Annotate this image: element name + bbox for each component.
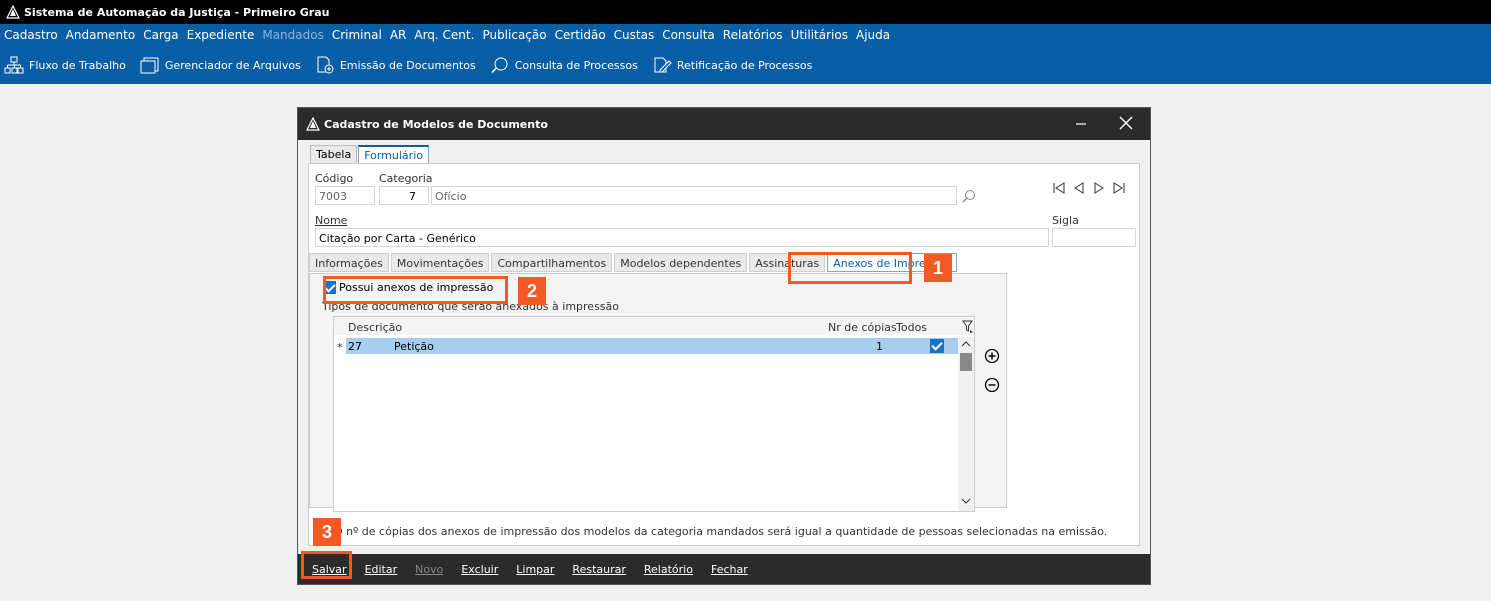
add-row-icon[interactable] (984, 348, 1000, 364)
fechar-button[interactable]: Fechar (711, 563, 748, 576)
scroll-down-icon[interactable] (961, 497, 971, 505)
restaurar-button[interactable]: Restaurar (572, 563, 625, 576)
menu-cadastro[interactable]: Cadastro (4, 28, 58, 42)
subtab-movimentacoes[interactable]: Movimentações (390, 253, 490, 272)
file-manager-icon (140, 57, 159, 74)
menu-arq-cent[interactable]: Arq. Cent. (414, 28, 474, 42)
filter-icon[interactable] (962, 320, 974, 333)
menu-utilitarios[interactable]: Utilitários (791, 28, 848, 42)
row-copias[interactable]: 1 (876, 340, 883, 353)
app-logo-icon (6, 5, 20, 19)
col-copias[interactable]: Nr de cópias (828, 321, 897, 334)
limpar-button[interactable]: Limpar (516, 563, 554, 576)
tab-formulario[interactable]: Formulário (358, 145, 429, 163)
record-navigation (1052, 181, 1132, 195)
scroll-up-icon[interactable] (961, 340, 971, 348)
sigla-field[interactable] (1052, 228, 1136, 247)
col-descricao[interactable]: Descrição (348, 321, 402, 334)
subtab-modelos-dependentes[interactable]: Modelos dependentes (614, 253, 748, 272)
toolbar-consulta-label: Consulta de Processos (514, 58, 638, 72)
toolbar-retificacao-button[interactable]: Retificação de Processos (652, 56, 812, 74)
excluir-button[interactable]: Excluir (461, 563, 498, 576)
toolbar-consulta-button[interactable]: Consulta de Processos (490, 56, 638, 74)
row-descricao: Petição (394, 340, 434, 353)
menu-expediente[interactable]: Expediente (187, 28, 255, 42)
menu-mandados: Mandados (262, 28, 324, 42)
grid-header: Descrição Nr de cópias Todos (334, 317, 974, 335)
toolbar-retificacao-label: Retificação de Processos (676, 58, 813, 72)
anexos-grid: Descrição Nr de cópias Todos * 27 Petiçã… (333, 316, 975, 512)
menu-ar[interactable]: AR (390, 28, 407, 42)
subtab-compartilhamentos[interactable]: Compartilhamentos (491, 253, 613, 272)
menu-carga[interactable]: Carga (143, 28, 178, 42)
categoria-label: Categoria (379, 172, 433, 185)
remove-row-icon[interactable] (984, 377, 1000, 393)
tab-tabela[interactable]: Tabela (310, 145, 358, 163)
callout-box-1 (788, 252, 912, 284)
relatorio-button[interactable]: Relatório (644, 563, 693, 576)
toolbar-arquivos-label: Gerenciador de Arquivos (164, 58, 301, 72)
dialog-logo-icon (306, 117, 320, 131)
codigo-label: Código (315, 172, 354, 185)
toolbar-emissao-label: Emissão de Documentos (339, 58, 476, 72)
search-icon[interactable] (961, 189, 977, 205)
toolbar-fluxo-button[interactable]: Fluxo de Trabalho (4, 56, 126, 74)
categoria-name-field[interactable]: Ofício (431, 186, 957, 205)
novo-button: Novo (415, 562, 444, 576)
sigla-label: Sigla (1052, 214, 1079, 227)
toolbar-emissao-button[interactable]: Emissão de Documentos (315, 56, 476, 74)
grid-scrollbar[interactable] (958, 337, 974, 511)
menu-ajuda[interactable]: Ajuda (856, 28, 890, 42)
editar-button[interactable]: Editar (365, 563, 398, 576)
toolbar-arquivos-button[interactable]: Gerenciador de Arquivos (140, 56, 301, 74)
menu-publicacao[interactable]: Publicação (482, 28, 546, 42)
toolbar: Fluxo de Trabalho Gerenciador de Arquivo… (0, 46, 1491, 84)
last-record-icon[interactable] (1112, 181, 1126, 195)
col-todos[interactable]: Todos (896, 321, 927, 334)
codigo-field[interactable]: 7003 (315, 186, 375, 205)
menu-bar: Cadastro Andamento Carga Expediente Mand… (0, 24, 1491, 46)
menu-criminal[interactable]: Criminal (332, 28, 382, 42)
dialog-titlebar: Cadastro de Modelos de Documento (298, 108, 1150, 140)
first-record-icon[interactable] (1052, 181, 1066, 195)
callout-badge-1: 1 (924, 254, 952, 282)
nome-label: Nome (315, 214, 348, 227)
dialog-title: Cadastro de Modelos de Documento (324, 117, 548, 131)
next-record-icon[interactable] (1092, 181, 1106, 195)
cadastro-modelos-dialog: Cadastro de Modelos de Documento Tabela … (297, 107, 1151, 585)
menu-certidao[interactable]: Certidão (555, 28, 606, 42)
callout-badge-3: 3 (313, 518, 341, 546)
close-icon[interactable] (1118, 115, 1134, 131)
edit-document-icon (654, 57, 672, 73)
row-codigo: 27 (348, 340, 362, 353)
callout-box-2 (323, 276, 508, 304)
dialog-action-bar: Salvar Editar Novo Excluir Limpar Restau… (298, 554, 1150, 584)
minimize-icon[interactable] (1074, 116, 1088, 130)
row-todos-checkbox[interactable] (930, 339, 944, 353)
dialog-main-tabs: Tabela Formulário (310, 145, 430, 163)
callout-badge-2: 2 (518, 277, 546, 305)
app-titlebar: Sistema de Automação da Justiça - Primei… (0, 0, 1491, 24)
menu-relatorios[interactable]: Relatórios (723, 28, 783, 42)
menu-custas[interactable]: Custas (614, 28, 655, 42)
toolbar-fluxo-label: Fluxo de Trabalho (29, 58, 126, 72)
table-row[interactable]: 27 Petição 1 (346, 338, 958, 354)
categoria-code-field[interactable]: 7 (379, 186, 429, 205)
search-process-icon (491, 57, 508, 74)
document-add-icon (317, 56, 334, 74)
subtab-informacoes[interactable]: Informações (309, 253, 389, 272)
nome-field[interactable]: Citação por Carta - Genérico (315, 228, 1049, 247)
previous-record-icon[interactable] (1072, 181, 1086, 195)
copias-note: O nº de cópias dos anexos de impressão d… (334, 525, 1108, 538)
callout-box-3 (301, 551, 352, 579)
workflow-icon (4, 56, 24, 74)
app-title: Sistema de Automação da Justiça - Primei… (24, 5, 330, 19)
menu-andamento[interactable]: Andamento (66, 28, 136, 42)
row-indicator: * (337, 341, 343, 354)
menu-consulta[interactable]: Consulta (662, 28, 715, 42)
scroll-thumb[interactable] (960, 353, 972, 371)
